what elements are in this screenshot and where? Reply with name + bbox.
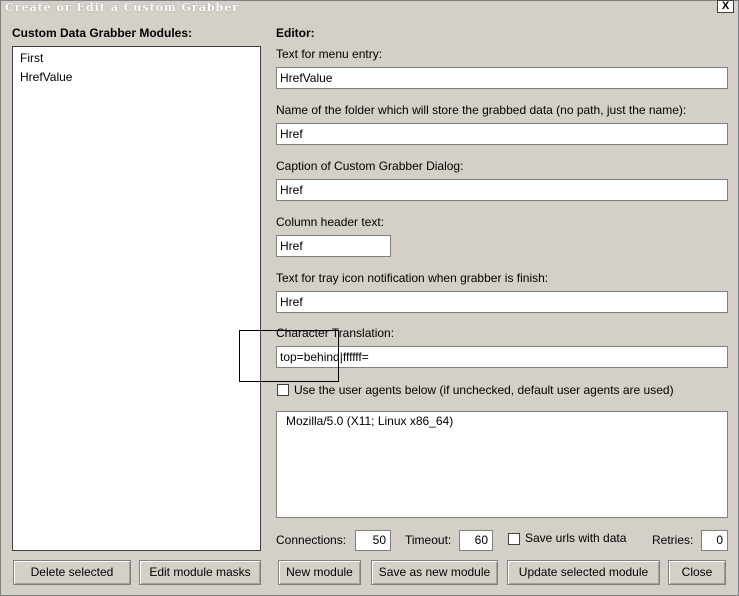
connections-label: Connections: [276,533,347,547]
caption-label: Caption of Custom Grabber Dialog: [276,159,464,173]
user-agents-checkbox-label: Use the user agents below (if unchecked,… [294,383,674,397]
column-header-input[interactable]: Href [276,235,391,257]
modules-listbox[interactable]: First HrefValue [12,46,261,551]
close-window-button[interactable]: X [717,0,734,13]
module-list-item[interactable]: HrefValue [20,70,72,84]
folder-name-label: Name of the folder which will store the … [276,103,687,117]
tray-notification-input[interactable]: Href [276,291,728,313]
user-agents-checkbox[interactable] [277,384,289,396]
edit-module-masks-button[interactable]: Edit module masks [139,560,261,585]
timeout-label: Timeout: [405,533,452,547]
connections-input[interactable]: 50 [355,530,391,551]
folder-name-input[interactable]: Href [276,123,728,145]
menu-entry-label: Text for menu entry: [276,47,383,61]
retries-input[interactable]: 0 [701,530,728,551]
new-module-button[interactable]: New module [278,560,361,585]
save-as-new-module-button[interactable]: Save as new module [371,560,498,585]
modules-heading: Custom Data Grabber Modules: [12,26,193,40]
retries-label: Retries: [652,533,694,547]
delete-selected-button[interactable]: Delete selected [13,560,131,585]
char-translation-input[interactable]: top=behind|ffffff= [276,346,728,368]
grabber-dialog: Create or Edit a Custom Grabber X Custom… [0,0,739,596]
column-header-label: Column header text: [276,215,385,229]
save-urls-checkbox[interactable] [508,533,520,545]
editor-heading: Editor: [276,26,315,40]
caption-input[interactable]: Href [276,179,728,201]
close-button[interactable]: Close [668,560,726,585]
char-translation-label: Character Translation: [276,326,395,340]
user-agents-textarea[interactable]: Mozilla/5.0 (X11; Linux x86_64) [276,411,728,518]
menu-entry-input[interactable]: HrefValue [276,67,728,89]
timeout-input[interactable]: 60 [459,530,493,551]
title-bar: Create or Edit a Custom Grabber X [1,0,738,15]
window-title: Create or Edit a Custom Grabber [5,1,239,14]
save-urls-label: Save urls with data [525,531,627,545]
update-selected-module-button[interactable]: Update selected module [507,560,660,585]
module-list-item[interactable]: First [20,51,43,65]
tray-notification-label: Text for tray icon notification when gra… [276,271,549,285]
